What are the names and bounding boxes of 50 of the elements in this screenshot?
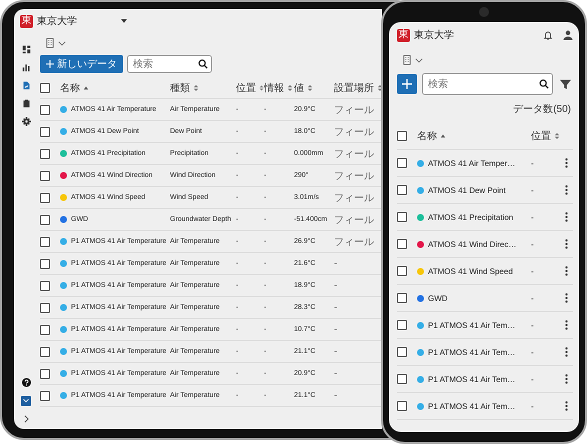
location-cell-text: - <box>531 266 535 276</box>
name-cell[interactable]: GWD <box>428 294 448 302</box>
location-cell-text: - <box>531 158 535 168</box>
column-header[interactable]: 名称 <box>60 80 80 94</box>
column-header[interactable]: 位置 <box>531 128 551 142</box>
location-cell-text: - <box>531 212 535 222</box>
name-cell[interactable]: P1 ATMOS 41 Air Tem… <box>428 374 516 384</box>
column-header[interactable]: 種類 <box>170 80 190 94</box>
site-cell-text: フィール <box>334 170 375 182</box>
location-cell-text: - <box>531 240 535 248</box>
location-cell-text: - <box>531 374 535 384</box>
location-cell-text: - <box>531 294 535 302</box>
organization-name: 東京大学 <box>37 14 77 28</box>
logo: 東 <box>20 14 33 28</box>
name-cell[interactable]: P1 ATMOS 41 Air Tem… <box>428 348 516 356</box>
column-header[interactable]: 情報 <box>264 80 284 94</box>
column-header[interactable]: 位置 <box>236 80 256 94</box>
column-header[interactable]: 名称 <box>417 128 437 142</box>
column-header[interactable]: 設置場所 <box>334 80 374 94</box>
site-cell-text: フィール <box>334 126 375 138</box>
logo: 東 <box>397 28 410 42</box>
column-header[interactable]: 値 <box>294 80 304 94</box>
site-cell-text: フィール <box>334 214 375 226</box>
name-cell[interactable]: P1 ATMOS 41 Air Tem… <box>428 402 516 410</box>
location-cell-text: - <box>531 186 535 194</box>
data-count: データ数(50) <box>513 103 571 116</box>
site-cell-text: - <box>334 280 338 291</box>
search-field[interactable]: 検索 <box>127 55 212 73</box>
name-cell[interactable]: ATMOS 41 Wind Direc… <box>428 240 516 248</box>
site-cell-text: - <box>334 390 338 401</box>
location-cell-text: - <box>531 402 535 410</box>
new-data-button[interactable]: 新しいデータ <box>40 55 123 73</box>
site-cell-text: - <box>334 368 338 379</box>
name-cell[interactable]: ATMOS 41 Air Temper… <box>428 158 516 168</box>
site-cell-text: フィール <box>334 236 375 248</box>
name-cell[interactable]: ATMOS 41 Precipitation <box>428 212 514 222</box>
site-cell-text: フィール <box>334 104 375 116</box>
organization-name: 東京大学 <box>414 28 454 42</box>
search-field[interactable]: 検索 <box>422 73 553 95</box>
name-cell[interactable]: ATMOS 41 Wind Speed <box>428 266 513 276</box>
location-cell-text: - <box>531 320 535 330</box>
name-cell[interactable]: ATMOS 41 Dew Point <box>428 186 506 194</box>
site-cell-text: - <box>334 302 338 313</box>
location-cell-text: - <box>531 348 535 356</box>
site-cell-text: - <box>334 258 338 269</box>
site-cell-text: - <box>334 346 338 357</box>
site-cell-text: - <box>334 324 338 335</box>
name-cell[interactable]: P1 ATMOS 41 Air Tem… <box>428 320 516 330</box>
site-cell-text: フィール <box>334 148 375 160</box>
site-cell-text: フィール <box>334 192 375 204</box>
